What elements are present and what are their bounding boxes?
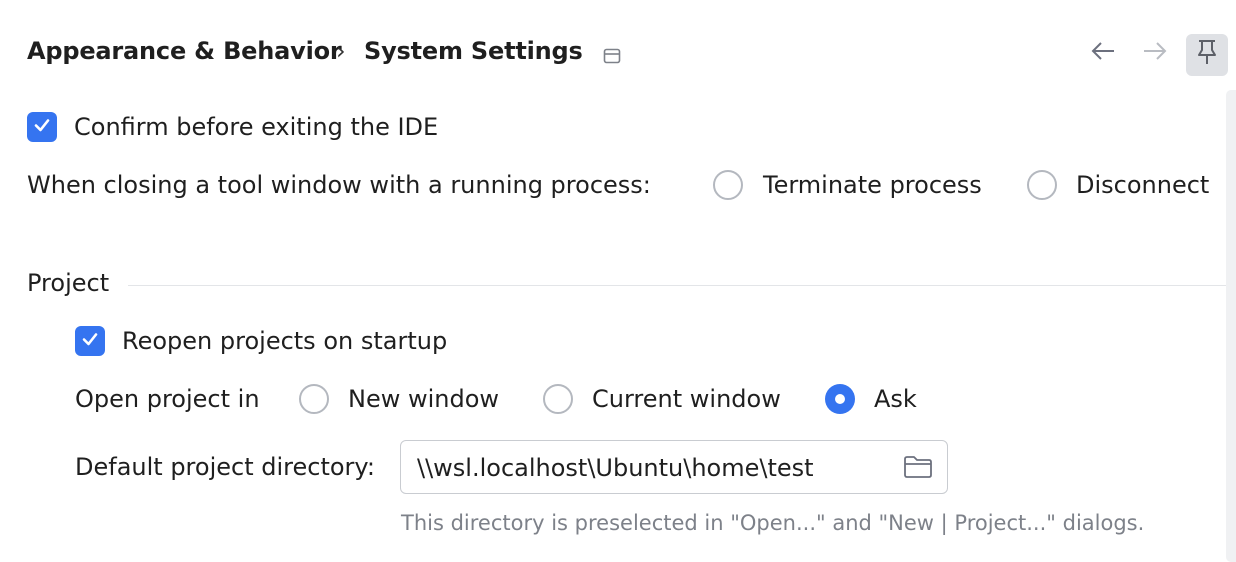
disconnect-radio[interactable] — [1027, 170, 1057, 200]
disconnect-label: Disconnect — [1076, 171, 1210, 199]
arrow-left-icon — [1089, 37, 1117, 71]
forward-button[interactable] — [1135, 34, 1175, 74]
checkmark-icon — [32, 113, 52, 141]
checkmark-icon — [80, 327, 100, 355]
arrow-right-icon — [1141, 37, 1169, 71]
current-window-label: Current window — [592, 385, 781, 413]
pin-icon — [1195, 38, 1219, 72]
back-button[interactable] — [1083, 34, 1123, 74]
new-window-radio[interactable] — [299, 384, 329, 414]
window-icon[interactable] — [603, 42, 621, 70]
reopen-projects-checkbox[interactable] — [75, 326, 105, 356]
breadcrumb-separator: › — [336, 37, 346, 65]
scrollbar[interactable] — [1226, 90, 1236, 562]
terminate-process-radio[interactable] — [713, 170, 743, 200]
default-directory-value[interactable]: \\wsl.localhost\Ubuntu\home\test — [417, 451, 814, 485]
ask-radio[interactable] — [825, 384, 855, 414]
ask-label: Ask — [874, 385, 917, 413]
confirm-exit-label: Confirm before exiting the IDE — [74, 113, 439, 141]
pin-button[interactable] — [1186, 34, 1228, 76]
breadcrumb-parent[interactable]: Appearance & Behavior — [27, 34, 342, 68]
page-title: System Settings — [364, 37, 583, 65]
default-directory-field[interactable]: \\wsl.localhost\Ubuntu\home\test — [400, 440, 948, 494]
reopen-projects-label: Reopen projects on startup — [122, 327, 448, 355]
default-directory-hint: This directory is preselected in "Open..… — [401, 511, 1145, 535]
project-section-title: Project — [27, 269, 110, 297]
new-window-label: New window — [348, 385, 500, 413]
confirm-exit-checkbox[interactable] — [27, 112, 57, 142]
current-window-radio[interactable] — [543, 384, 573, 414]
open-project-in-label: Open project in — [75, 385, 260, 413]
closing-tool-window-label: When closing a tool window with a runnin… — [27, 171, 651, 199]
default-directory-label: Default project directory: — [75, 453, 375, 481]
folder-icon[interactable] — [903, 455, 933, 485]
terminate-process-label: Terminate process — [763, 171, 982, 199]
section-divider — [128, 285, 1236, 286]
